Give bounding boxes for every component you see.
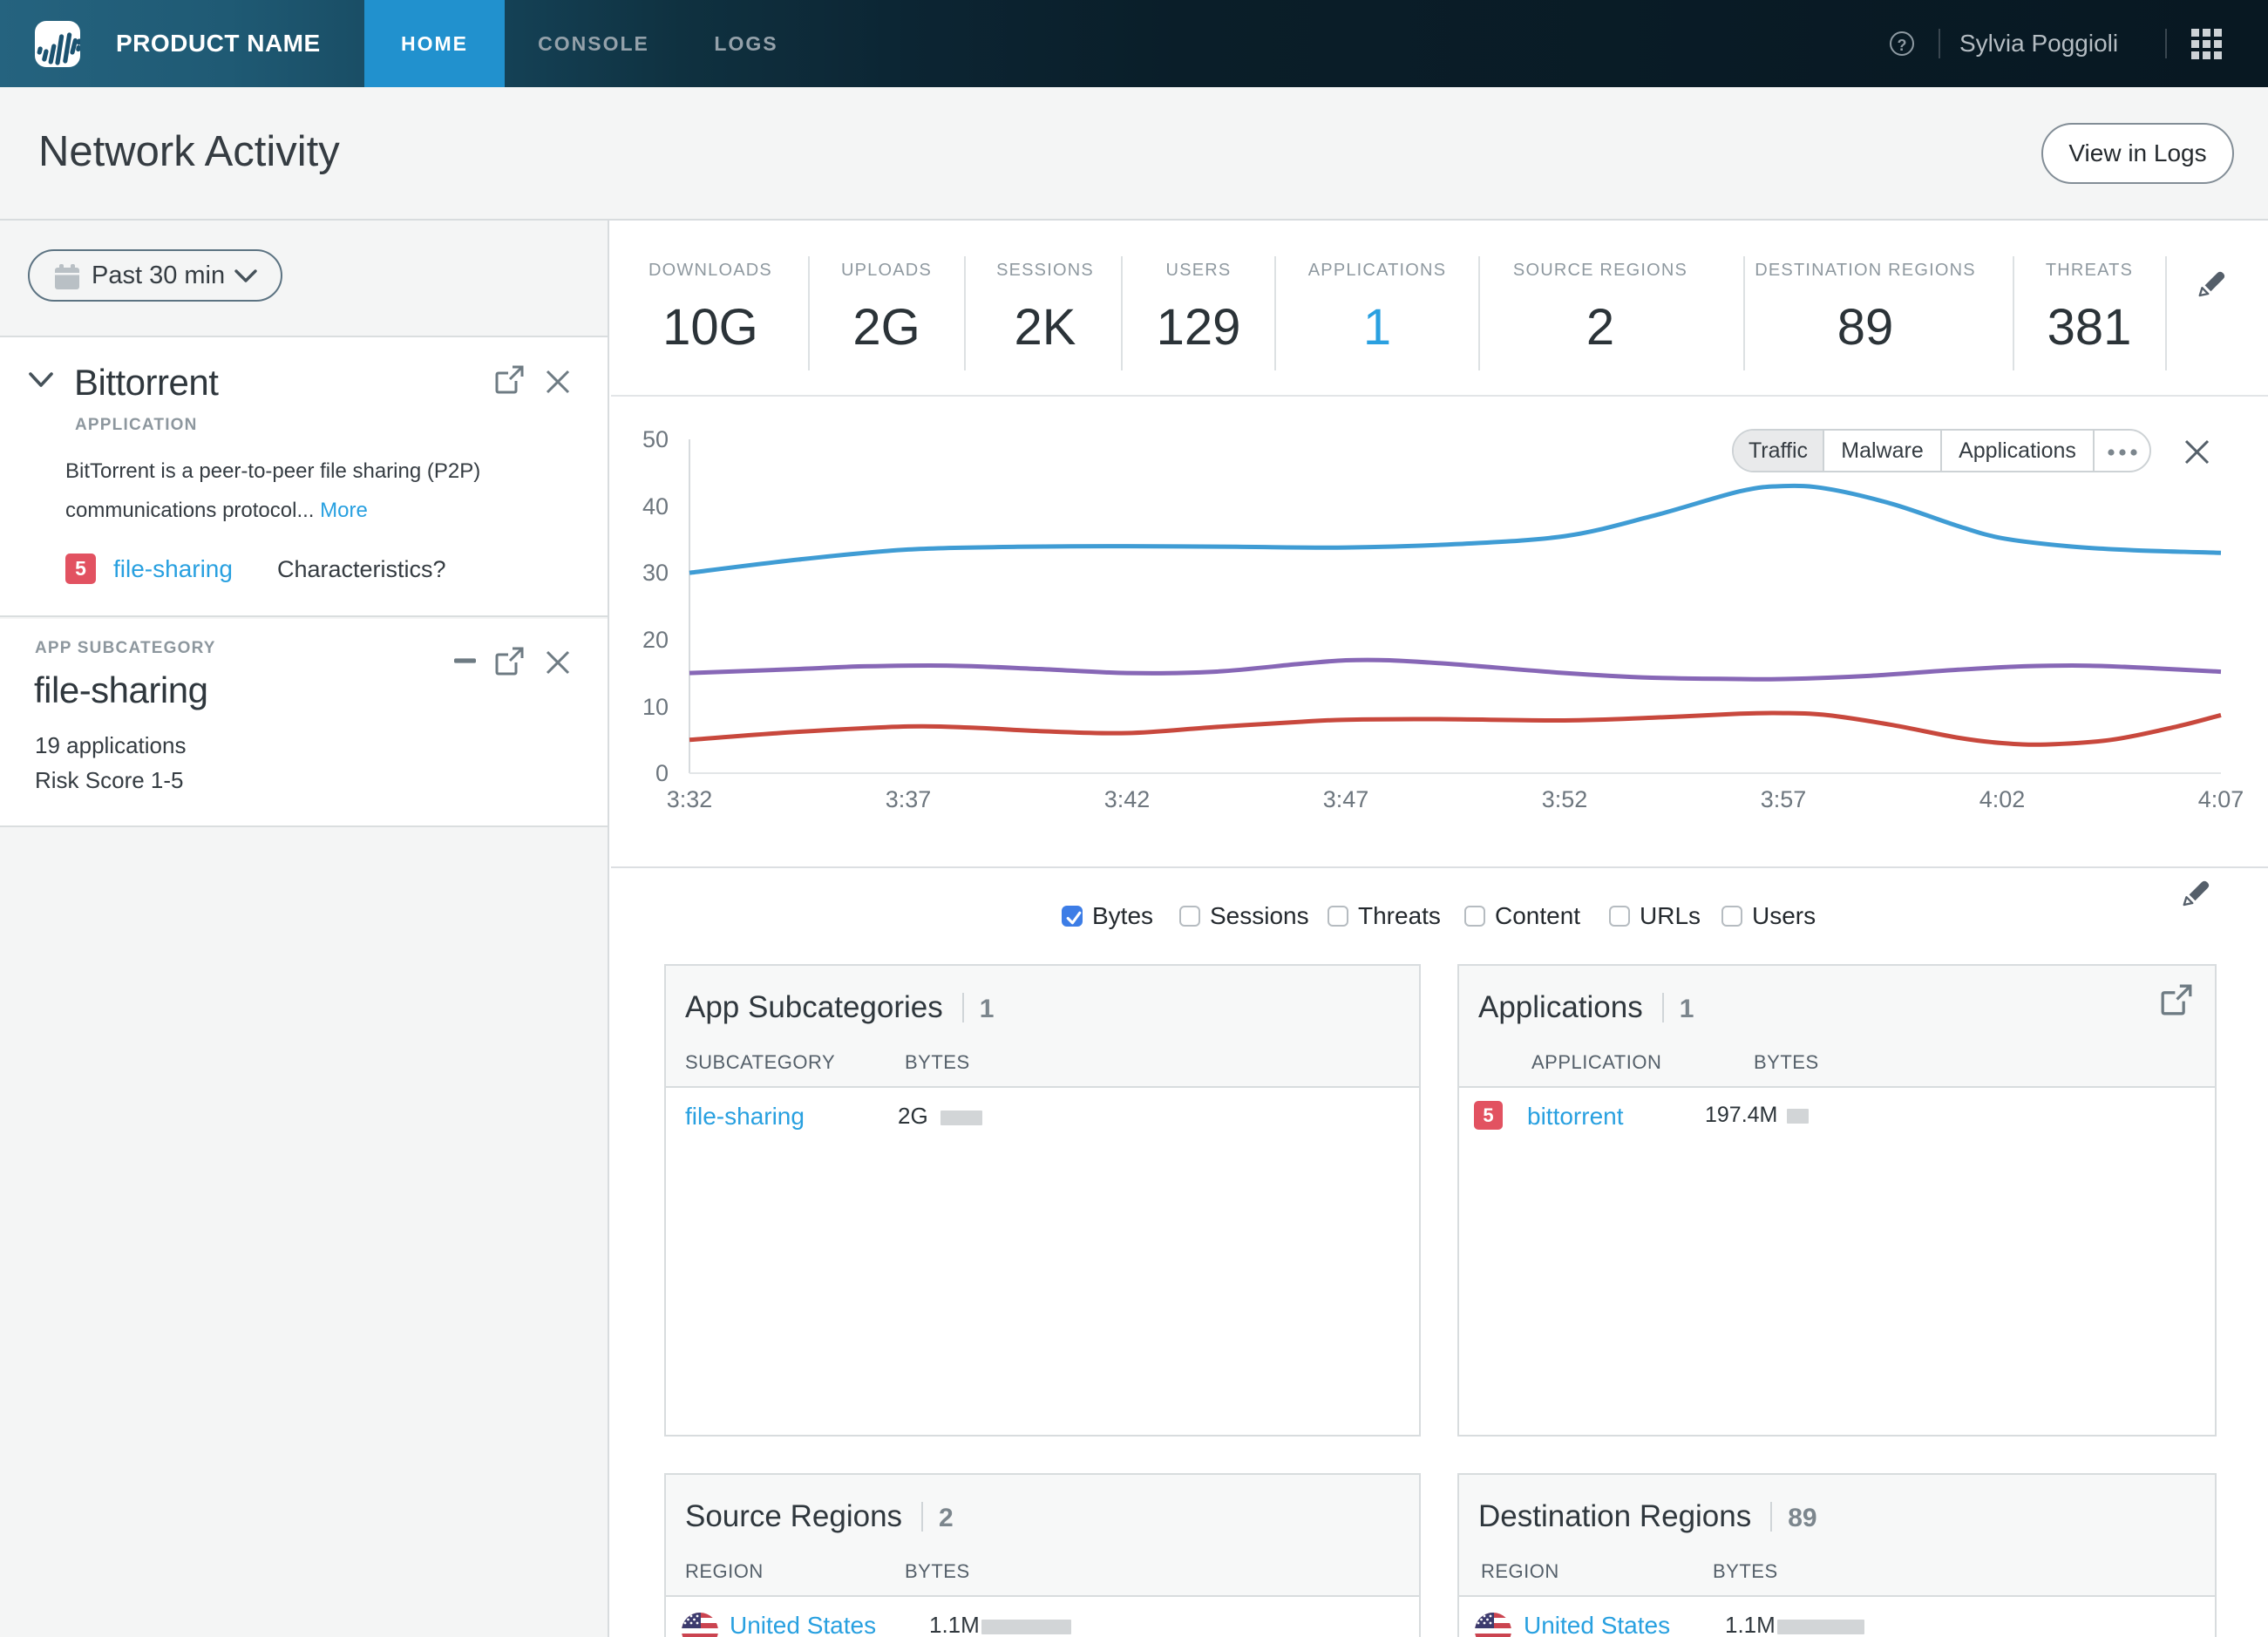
svg-text:40: 40 xyxy=(642,493,669,520)
svg-text:3:42: 3:42 xyxy=(1104,786,1151,812)
svg-text:0: 0 xyxy=(655,760,669,786)
svg-text:3:37: 3:37 xyxy=(886,786,932,812)
svg-text:3:52: 3:52 xyxy=(1542,786,1588,812)
svg-text:10: 10 xyxy=(642,694,669,720)
svg-text:4:07: 4:07 xyxy=(2198,786,2244,812)
svg-text:20: 20 xyxy=(642,627,669,653)
svg-text:50: 50 xyxy=(642,426,669,452)
svg-text:3:57: 3:57 xyxy=(1761,786,1807,812)
svg-text:3:32: 3:32 xyxy=(667,786,713,812)
svg-text:3:47: 3:47 xyxy=(1323,786,1369,812)
svg-text:4:02: 4:02 xyxy=(1979,786,2026,812)
svg-text:30: 30 xyxy=(642,560,669,586)
